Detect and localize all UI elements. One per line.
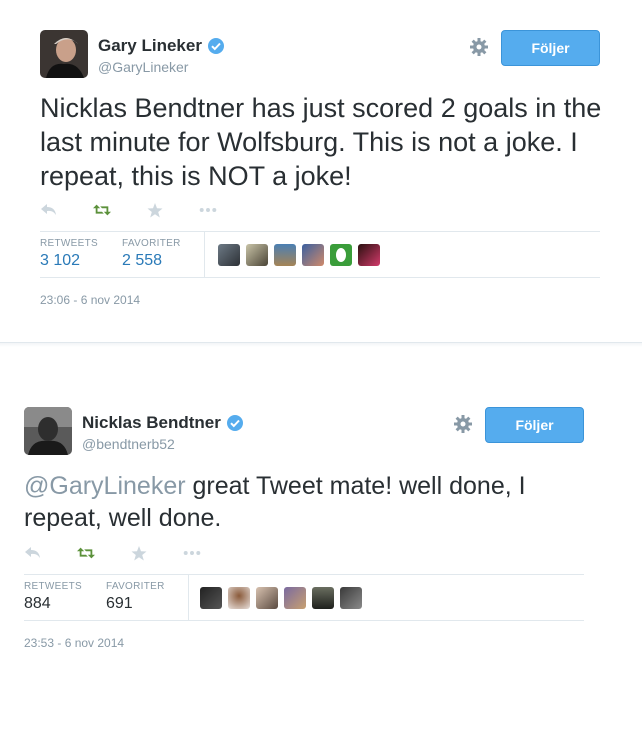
tweet-stats: RETWEETS 884 FAVORITER 691: [24, 574, 584, 621]
avatar[interactable]: [40, 30, 88, 78]
avatar[interactable]: [358, 244, 380, 266]
avatar[interactable]: [218, 244, 240, 266]
avatar[interactable]: [340, 587, 362, 609]
retweets-count: 3 102: [40, 252, 81, 269]
user-handle[interactable]: @bendtnerb52: [82, 436, 175, 452]
divider-shadow: [0, 343, 642, 347]
stats-divider: [204, 232, 205, 277]
tweet-stats: RETWEETS 3 102 FAVORITER 2 558: [40, 231, 600, 278]
gear-icon[interactable]: [452, 413, 474, 435]
tweet-text: Nicklas Bendtner has just scored 2 goals…: [40, 93, 602, 191]
user-name[interactable]: Gary Lineker: [98, 36, 225, 56]
tweet-actions: [24, 545, 236, 560]
favorite-icon[interactable]: [130, 545, 148, 560]
follow-button[interactable]: Följer: [501, 30, 600, 66]
favorites-count: 691: [106, 595, 133, 612]
retweets-label: RETWEETS: [24, 581, 82, 592]
more-icon[interactable]: [199, 203, 217, 217]
reply-icon[interactable]: [40, 203, 58, 217]
favorites-label: FAVORITER: [122, 238, 181, 249]
retweet-icon[interactable]: [93, 203, 111, 217]
avatar[interactable]: [228, 587, 250, 609]
follow-button[interactable]: Följer: [485, 407, 584, 443]
avatar[interactable]: [284, 587, 306, 609]
retweets-stat[interactable]: RETWEETS 3 102: [40, 238, 98, 270]
display-name[interactable]: Nicklas Bendtner: [82, 413, 221, 433]
avatar[interactable]: [256, 587, 278, 609]
gear-icon[interactable]: [468, 36, 490, 58]
tweet-actions: [40, 202, 252, 217]
tweet-text: @GaryLineker great Tweet mate! well done…: [24, 470, 604, 534]
display-name[interactable]: Gary Lineker: [98, 36, 202, 56]
verified-icon: [207, 37, 225, 55]
favorites-stat[interactable]: FAVORITER 691: [106, 581, 165, 613]
favoriter-avatars: [218, 244, 386, 266]
retweet-icon[interactable]: [77, 546, 95, 560]
avatar[interactable]: [312, 587, 334, 609]
reply-icon[interactable]: [24, 546, 42, 560]
retweets-count: 884: [24, 595, 51, 612]
avatar[interactable]: [200, 587, 222, 609]
user-handle[interactable]: @GaryLineker: [98, 59, 188, 75]
user-name[interactable]: Nicklas Bendtner: [82, 413, 244, 433]
favorites-label: FAVORITER: [106, 581, 165, 592]
avatar[interactable]: [246, 244, 268, 266]
verified-icon: [226, 414, 244, 432]
tweet-card: Gary Lineker @GaryLineker Följer Nicklas…: [0, 0, 642, 342]
retweets-stat[interactable]: RETWEETS 884: [24, 581, 82, 613]
avatar[interactable]: [330, 244, 352, 266]
avatar[interactable]: [274, 244, 296, 266]
stats-divider: [188, 575, 189, 620]
tweet-timestamp[interactable]: 23:53 - 6 nov 2014: [24, 636, 124, 650]
favorites-count: 2 558: [122, 252, 163, 269]
more-icon[interactable]: [183, 546, 201, 560]
avatar[interactable]: [24, 407, 72, 455]
favoriter-avatars: [200, 587, 368, 609]
mention-link[interactable]: @GaryLineker: [24, 472, 186, 500]
tweet-timestamp[interactable]: 23:06 - 6 nov 2014: [40, 293, 140, 307]
favorite-icon[interactable]: [146, 202, 164, 217]
avatar[interactable]: [302, 244, 324, 266]
favorites-stat[interactable]: FAVORITER 2 558: [122, 238, 181, 270]
retweets-label: RETWEETS: [40, 238, 98, 249]
